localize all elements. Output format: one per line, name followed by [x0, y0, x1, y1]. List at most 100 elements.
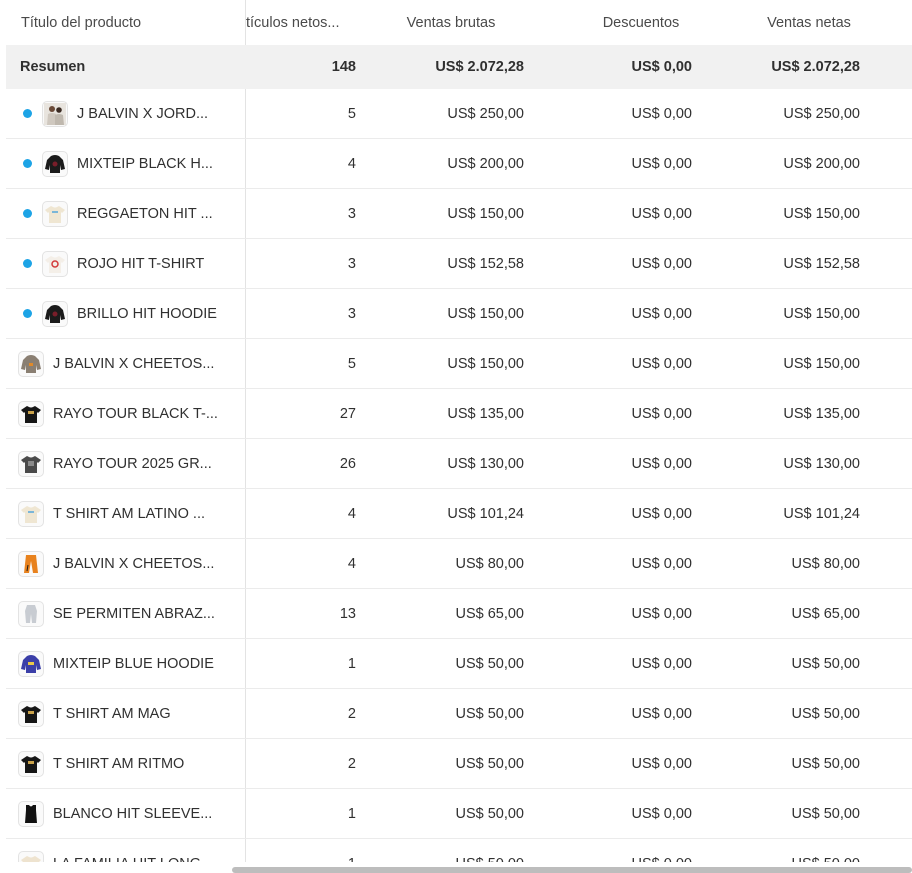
table-header: Título del producto tículos netos... Ven… — [6, 0, 912, 45]
table-row[interactable]: T SHIRT AM RITMO 2 US$ 50,00 US$ 0,00 US$ 50… — [6, 739, 912, 789]
product-title-cell[interactable]: ROJO HIT T-SHIRT — [6, 239, 246, 288]
net-sales-cell: US$ 150,00 — [783, 305, 860, 322]
grey-tshirt-icon — [18, 450, 44, 477]
discounts-cell: US$ 0,00 — [631, 205, 692, 222]
gross-sales-cell: US$ 80,00 — [455, 555, 524, 572]
product-title-cell[interactable]: RAYO TOUR 2025 GR... — [6, 439, 246, 488]
column-header-gross-sales[interactable]: Ventas brutas — [376, 0, 526, 45]
net-items-cell: 26 — [339, 455, 356, 472]
net-sales-cell: US$ 130,00 — [783, 455, 860, 472]
discounts-cell: US$ 0,00 — [631, 305, 692, 322]
column-header-net-sales[interactable]: Ventas netas — [734, 0, 884, 45]
discounts-cell: US$ 0,00 — [631, 505, 692, 522]
net-sales-cell: US$ 65,00 — [791, 605, 860, 622]
product-name: MIXTEIP BLUE HOODIE — [53, 655, 214, 672]
table-row[interactable]: RAYO TOUR BLACK T-... 27 US$ 135,00 US$ 0,0… — [6, 389, 912, 439]
discounts-cell: US$ 0,00 — [631, 705, 692, 722]
net-sales-cell: US$ 250,00 — [783, 105, 860, 122]
discounts-cell: US$ 0,00 — [631, 655, 692, 672]
product-title-cell[interactable]: REGGAETON HIT ... — [6, 189, 246, 238]
product-name: ROJO HIT T-SHIRT — [77, 255, 205, 272]
gross-sales-cell: US$ 65,00 — [455, 605, 524, 622]
black-hoodie-icon — [42, 300, 68, 327]
product-name: J BALVIN X CHEETOS... — [53, 355, 215, 372]
net-items-cell: 5 — [347, 105, 356, 122]
net-sales-cell: US$ 50,00 — [791, 755, 860, 772]
gross-sales-cell: US$ 150,00 — [447, 305, 524, 322]
net-items-cell: 1 — [246, 839, 356, 863]
product-title-cell[interactable]: T SHIRT AM RITMO — [6, 739, 246, 788]
column-header-discounts[interactable]: Descuentos — [566, 0, 716, 45]
product-title-cell[interactable]: J BALVIN X CHEETOS... — [6, 539, 246, 588]
product-name: J BALVIN X JORD... — [77, 105, 209, 122]
product-title-cell[interactable]: BLANCO HIT SLEEVE... — [6, 789, 246, 838]
cream-tshirt-icon — [18, 500, 44, 527]
black-tshirt-icon — [18, 700, 44, 727]
product-name: LA FAMILIA HIT LONG... — [53, 856, 213, 863]
gross-sales-cell: US$ 101,24 — [447, 505, 524, 522]
white-tshirt-red-print-icon — [42, 250, 68, 277]
net-items-cell: 3 — [347, 255, 356, 272]
column-header-title[interactable]: Título del producto — [6, 0, 246, 45]
table-row[interactable]: J BALVIN X CHEETOS... 4 US$ 80,00 US$ 0,00 U… — [6, 539, 912, 589]
product-title-cell[interactable]: MIXTEIP BLUE HOODIE — [6, 639, 246, 688]
net-sales-cell: US$ 50,00 — [791, 655, 860, 672]
blue-hoodie-icon — [18, 650, 44, 677]
gross-sales-cell: US$ 50,00 — [356, 839, 524, 863]
gross-sales-cell: US$ 135,00 — [447, 405, 524, 422]
column-header-net-items[interactable]: tículos netos... — [246, 0, 361, 45]
discounts-cell: US$ 0,00 — [524, 839, 692, 863]
table-row[interactable]: ROJO HIT T-SHIRT 3 US$ 152,58 US$ 0,00 US$ 1… — [6, 239, 912, 289]
product-title-cell[interactable]: T SHIRT AM MAG — [6, 689, 246, 738]
product-title-cell[interactable]: BRILLO HIT HOODIE — [6, 289, 246, 338]
table-row[interactable]: RAYO TOUR 2025 GR... 26 US$ 130,00 US$ 0,00… — [6, 439, 912, 489]
table-row[interactable]: REGGAETON HIT ... 3 US$ 150,00 US$ 0,00 US$ … — [6, 189, 912, 239]
gross-sales-cell: US$ 130,00 — [447, 455, 524, 472]
table-row[interactable]: SE PERMITEN ABRAZ... 13 US$ 65,00 US$ 0,00 U… — [6, 589, 912, 639]
product-title-cell[interactable]: J BALVIN X JORD... — [6, 89, 246, 138]
net-sales-cell: US$ 80,00 — [791, 555, 860, 572]
net-items-cell: 4 — [347, 155, 356, 172]
product-name: REGGAETON HIT ... — [77, 205, 213, 222]
status-dot-icon — [23, 259, 32, 268]
gross-sales-cell: US$ 152,58 — [447, 255, 524, 272]
net-items-cell: 4 — [347, 505, 356, 522]
table-row[interactable]: T SHIRT AM LATINO ... 4 US$ 101,24 US$ 0,00… — [6, 489, 912, 539]
table-row[interactable]: MIXTEIP BLACK H... 4 US$ 200,00 US$ 0,00 US$… — [6, 139, 912, 189]
table-row[interactable]: MIXTEIP BLUE HOODIE 1 US$ 50,00 US$ 0,00 US$… — [6, 639, 912, 689]
product-title-cell[interactable]: MIXTEIP BLACK H... — [6, 139, 246, 188]
net-sales-cell: US$ 152,58 — [783, 255, 860, 272]
cream-longsleeve-icon — [18, 850, 44, 862]
net-items-cell: 1 — [347, 655, 356, 672]
black-tshirt-icon — [18, 400, 44, 427]
product-title-cell[interactable]: LA FAMILIA HIT LONG... — [6, 839, 246, 862]
status-dot-icon — [23, 309, 32, 318]
net-sales-cell: US$ 200,00 — [783, 155, 860, 172]
status-dot-icon — [23, 209, 32, 218]
table-row[interactable]: BRILLO HIT HOODIE 3 US$ 150,00 US$ 0,00 US$ … — [6, 289, 912, 339]
table-row[interactable]: T SHIRT AM MAG 2 US$ 50,00 US$ 0,00 US$ 50,0… — [6, 689, 912, 739]
gross-sales-cell: US$ 50,00 — [455, 655, 524, 672]
summary-label: Resumen — [20, 59, 86, 75]
discounts-cell: US$ 0,00 — [631, 405, 692, 422]
product-name: BRILLO HIT HOODIE — [77, 305, 217, 322]
cream-tshirt-icon — [42, 200, 68, 227]
gross-sales-cell: US$ 150,00 — [447, 355, 524, 372]
discounts-cell: US$ 0,00 — [631, 105, 692, 122]
net-items-cell: 3 — [347, 205, 356, 222]
gross-sales-cell: US$ 50,00 — [455, 705, 524, 722]
product-title-cell[interactable]: J BALVIN X CHEETOS... — [6, 339, 246, 388]
net-items-cell: 2 — [347, 755, 356, 772]
table-row[interactable]: LA FAMILIA HIT LONG... 1US$ 50,00US$ 0,00… — [6, 839, 912, 862]
product-title-cell[interactable]: RAYO TOUR BLACK T-... — [6, 389, 246, 438]
product-name: J BALVIN X CHEETOS... — [53, 555, 215, 572]
status-dot-icon — [23, 109, 32, 118]
net-items-cell: 5 — [347, 355, 356, 372]
summary-gross-sales: US$ 2.072,28 — [435, 59, 524, 75]
table-row[interactable]: J BALVIN X CHEETOS... 5 US$ 150,00 US$ 0,00… — [6, 339, 912, 389]
table-row[interactable]: BLANCO HIT SLEEVE... 1 US$ 50,00 US$ 0,00 US… — [6, 789, 912, 839]
product-title-cell[interactable]: T SHIRT AM LATINO ... — [6, 489, 246, 538]
product-title-cell[interactable]: SE PERMITEN ABRAZ... — [6, 589, 246, 638]
horizontal-scrollbar[interactable] — [232, 867, 912, 873]
table-row[interactable]: J BALVIN X JORD... 5 US$ 250,00 US$ 0,00 US$… — [6, 89, 912, 139]
